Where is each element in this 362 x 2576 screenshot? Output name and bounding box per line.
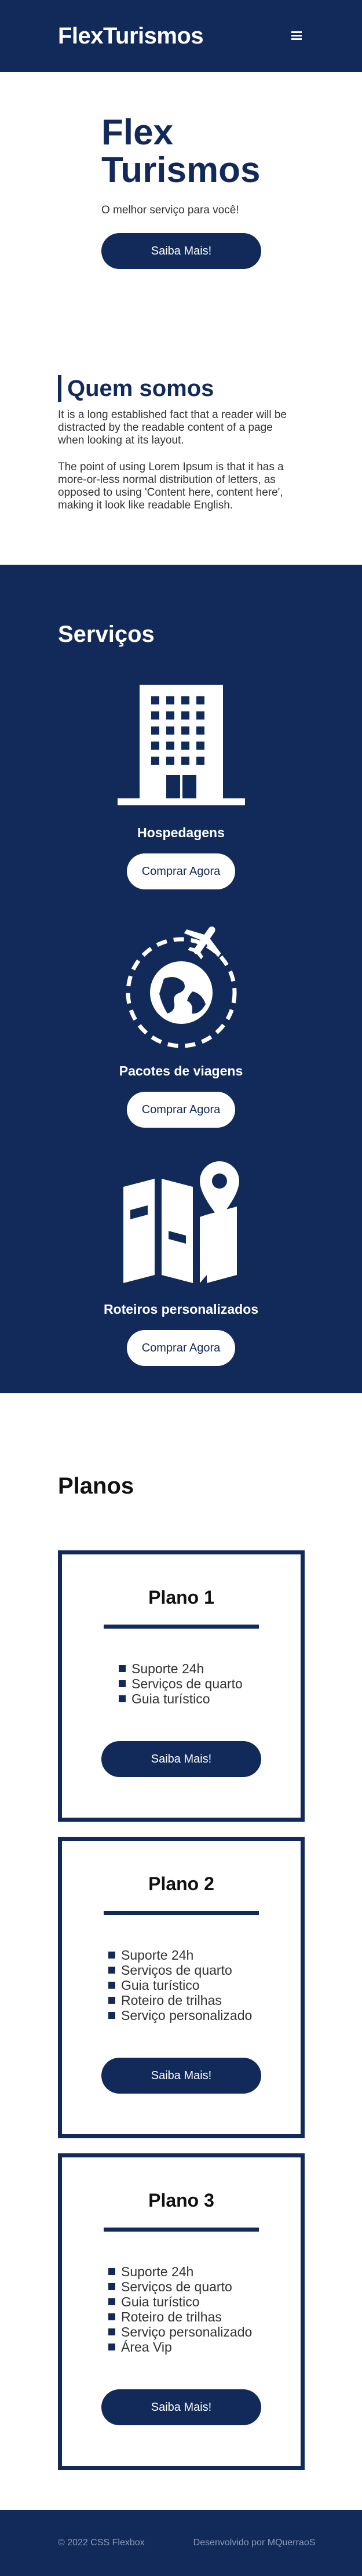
site-logo[interactable]: FlexTurismos: [58, 23, 204, 49]
plan-saiba-mais-button[interactable]: Saiba Mais!: [101, 2389, 261, 2425]
plan-title: Plano 3: [148, 2190, 214, 2211]
services-section: Serviços Hospedagens Comprar Agora Pacot…: [0, 565, 362, 1393]
hero-subtitle: O melhor serviço para você!: [101, 204, 239, 217]
comprar-agora-button[interactable]: Comprar Agora: [127, 1330, 235, 1366]
footer-copyright: © 2022 CSS Flexbox: [58, 2538, 145, 2548]
list-item: Área Vip: [108, 2339, 301, 2355]
plan-features: Suporte 24h Serviços de quarto Guia turí…: [62, 1948, 301, 2023]
building-icon: [117, 685, 245, 805]
plan-features: Suporte 24h Serviços de quarto Guia turí…: [62, 1661, 301, 1706]
list-item: Guia turístico: [108, 2294, 301, 2309]
service-name: Roteiros personalizados: [103, 1302, 259, 1317]
globe-airplane-icon: [126, 926, 236, 1048]
site-header: FlexTurismos: [0, 0, 362, 72]
plan-saiba-mais-button[interactable]: Saiba Mais!: [101, 1741, 261, 1777]
list-item: Serviços de quarto: [108, 2279, 301, 2294]
service-card-hospedagens: Hospedagens Comprar Agora: [0, 685, 362, 889]
services-title: Serviços: [58, 622, 155, 647]
plan-divider: [104, 1911, 259, 1915]
site-footer: © 2022 CSS Flexbox Desenvolvido por MQue…: [0, 2510, 362, 2576]
about-title: Quem somos: [58, 375, 304, 402]
hero-title: Flex Turismos: [101, 112, 261, 191]
service-name: Hospedagens: [137, 825, 225, 840]
service-card-roteiros: Roteiros personalizados Comprar Agora: [0, 1161, 362, 1366]
comprar-agora-button[interactable]: Comprar Agora: [127, 853, 235, 889]
service-name: Pacotes de viagens: [119, 1063, 243, 1078]
plan-saiba-mais-button[interactable]: Saiba Mais!: [101, 2058, 261, 2094]
plan-card-3: Plano 3 Suporte 24h Serviços de quarto G…: [58, 2153, 305, 2470]
service-card-pacotes: Pacotes de viagens Comprar Agora: [0, 923, 362, 1128]
list-item: Suporte 24h: [119, 1661, 301, 1676]
about-paragraph: The point of using Lorem Ipsum is that i…: [58, 461, 284, 511]
list-item: Guia turístico: [119, 1691, 301, 1706]
list-item: Serviço personalizado: [108, 2008, 301, 2023]
about-paragraph: It is a long established fact that a rea…: [58, 409, 287, 446]
plan-card-2: Plano 2 Suporte 24h Serviços de quarto G…: [58, 1837, 305, 2138]
plan-title: Plano 1: [148, 1587, 214, 1608]
comprar-agora-button[interactable]: Comprar Agora: [127, 1092, 235, 1128]
list-item: Roteiro de trilhas: [108, 2309, 301, 2324]
plan-divider: [104, 1625, 259, 1629]
plan-card-1: Plano 1 Suporte 24h Serviços de quarto G…: [58, 1550, 305, 1822]
about-section: Quem somos It is a long established fact…: [0, 325, 362, 565]
plan-divider: [104, 2228, 259, 2232]
plans-title: Planos: [58, 1473, 134, 1499]
footer-developer: Desenvolvido por MQuerraoS: [193, 2538, 316, 2548]
hero-saiba-mais-button[interactable]: Saiba Mais!: [101, 233, 261, 270]
plan-title: Plano 2: [148, 1873, 214, 1894]
plans-section: Planos Plano 1 Suporte 24h Serviços de q…: [0, 1393, 362, 2510]
list-item: Serviços de quarto: [108, 1963, 301, 1978]
list-item: Serviço personalizado: [108, 2324, 301, 2339]
list-item: Guia turístico: [108, 1978, 301, 1993]
hero-section: Flex Turismos O melhor serviço para você…: [0, 72, 362, 325]
list-item: Suporte 24h: [108, 2264, 301, 2279]
list-item: Suporte 24h: [108, 1948, 301, 1963]
plan-features: Suporte 24h Serviços de quarto Guia turí…: [62, 2264, 301, 2355]
map-pin-icon: [123, 1161, 239, 1283]
list-item: Roteiro de trilhas: [108, 1993, 301, 2008]
list-item: Serviços de quarto: [119, 1676, 301, 1691]
hamburger-icon[interactable]: [291, 31, 304, 41]
